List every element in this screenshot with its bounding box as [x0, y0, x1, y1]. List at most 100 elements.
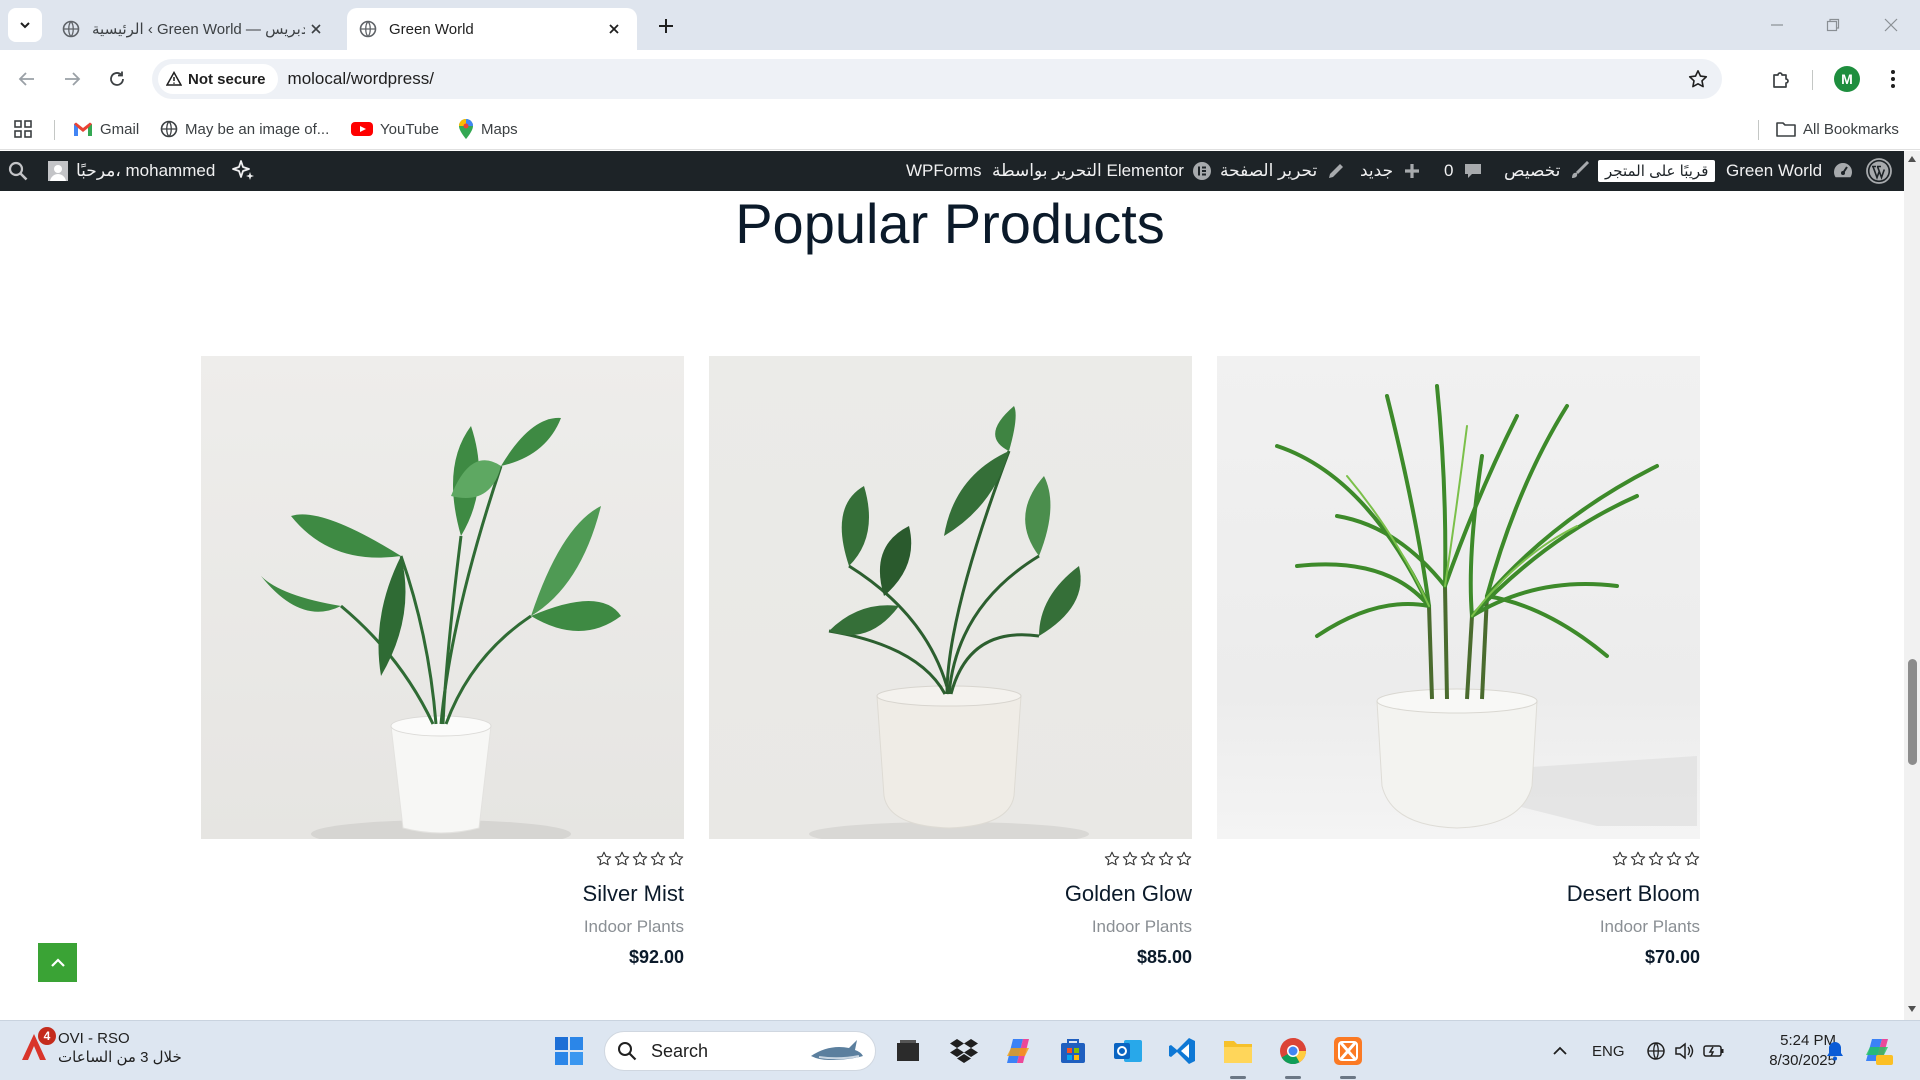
taskbar-search[interactable]: Search — [604, 1031, 876, 1071]
running-indicator — [1230, 1076, 1246, 1079]
notifications-button[interactable] — [1823, 1039, 1847, 1063]
close-icon[interactable] — [305, 18, 327, 40]
all-bookmarks-button[interactable]: All Bookmarks — [1776, 118, 1899, 140]
browser-toolbar: Not secure molocal/wordpress/ M — [0, 50, 1920, 108]
volume-button[interactable] — [1672, 1039, 1696, 1063]
taskbar-app-explorer[interactable] — [1220, 1033, 1256, 1069]
rating-stars — [709, 851, 1192, 871]
folder-icon — [1776, 122, 1796, 137]
star-icon — [1648, 851, 1664, 866]
admin-edit-page[interactable]: تحرير الصفحة — [1220, 151, 1345, 191]
dashboard-icon — [1834, 163, 1853, 178]
folder-icon — [1224, 1041, 1252, 1063]
network-button[interactable] — [1644, 1039, 1668, 1063]
taskbar-app-taskview[interactable] — [890, 1033, 926, 1069]
admin-wpforms[interactable]: WPForms — [906, 151, 982, 191]
taskbar-app-outlook[interactable] — [1110, 1033, 1146, 1069]
apps-button[interactable] — [14, 118, 39, 140]
new-tab-button[interactable] — [652, 12, 680, 40]
wordpress-logo-button[interactable] — [1866, 151, 1892, 191]
product-category[interactable]: Indoor Plants — [1217, 917, 1700, 937]
bookmark-youtube[interactable]: YouTube — [351, 118, 439, 140]
taskbar-app-store[interactable] — [1055, 1033, 1091, 1069]
copilot-pre-button[interactable] — [1860, 1033, 1896, 1069]
forward-button[interactable] — [57, 64, 87, 94]
bookmark-star-button[interactable] — [1686, 67, 1710, 91]
tab-search-button[interactable] — [8, 8, 42, 42]
product-image[interactable] — [709, 356, 1192, 839]
arrow-right-icon — [65, 72, 81, 86]
admin-comments[interactable]: 0 — [1444, 151, 1483, 191]
admin-search-button[interactable] — [8, 151, 28, 191]
address-bar[interactable]: Not secure molocal/wordpress/ — [152, 59, 1722, 99]
product-meta: Golden Glow Indoor Plants $85.00 — [709, 851, 1192, 968]
arrow-left-icon — [18, 72, 34, 86]
product-category[interactable]: Indoor Plants — [201, 917, 684, 937]
search-placeholder: Search — [651, 1040, 709, 1061]
wp-admin-bar: مرحبًا، mohammed WPForms التحرير بواسطة … — [0, 151, 1920, 191]
taskbar-app-xampp[interactable] — [1330, 1033, 1366, 1069]
product-name[interactable]: Desert Bloom — [1217, 881, 1700, 907]
product-card[interactable]: Desert Bloom Indoor Plants $70.00 — [1217, 356, 1700, 968]
bookmark-gmail[interactable]: Gmail — [73, 118, 139, 140]
product-image[interactable] — [1217, 356, 1700, 839]
bookmark-image[interactable]: May be an image of... — [160, 118, 329, 140]
tray-overflow-button[interactable] — [1548, 1039, 1572, 1063]
star-icon — [1140, 851, 1156, 866]
admin-user-menu[interactable]: مرحبًا، mohammed — [48, 151, 215, 191]
bell-icon — [1827, 1042, 1843, 1061]
star-icon — [614, 851, 630, 866]
battery-button[interactable] — [1702, 1039, 1726, 1063]
running-indicator — [1285, 1076, 1301, 1079]
start-button[interactable] — [552, 1034, 586, 1068]
minimize-button[interactable] — [1762, 10, 1792, 40]
edit-page-label: تحرير الصفحة — [1220, 161, 1318, 180]
windows-icon — [555, 1037, 583, 1065]
page-scrollbar[interactable] — [1904, 151, 1920, 1020]
admin-new[interactable]: جديد — [1360, 151, 1421, 191]
taskbar-app-vscode[interactable] — [1164, 1033, 1200, 1069]
reload-button[interactable] — [102, 64, 132, 94]
admin-site-name[interactable]: Green World — [1726, 151, 1854, 191]
product-card[interactable]: Silver Mist Indoor Plants $92.00 — [201, 356, 684, 968]
taskbar-app-dropbox[interactable] — [946, 1033, 982, 1069]
bookmarks-bar: Gmail May be an image of... YouTube Maps… — [0, 108, 1920, 150]
star-icon — [668, 851, 684, 866]
bookmark-maps[interactable]: Maps — [458, 118, 518, 140]
scroll-to-top-button[interactable] — [38, 943, 77, 982]
globe-icon — [62, 20, 80, 38]
admin-visit-store[interactable]: قريبًا على المتجر — [1598, 151, 1716, 191]
chevron-up-icon — [1553, 1046, 1567, 1055]
restore-button[interactable] — [1818, 10, 1848, 40]
ai-sparkle-button[interactable] — [230, 151, 256, 191]
profile-button[interactable]: M — [1830, 62, 1864, 96]
product-card[interactable]: Golden Glow Indoor Plants $85.00 — [709, 356, 1192, 968]
admin-greeting: مرحبًا، mohammed — [76, 161, 216, 180]
admin-edit-elementor[interactable]: التحرير بواسطة Elementor — [992, 151, 1212, 191]
search-icon — [618, 1042, 637, 1061]
wpforms-label: WPForms — [906, 161, 982, 180]
close-icon[interactable] — [603, 18, 625, 40]
taskbar-app-chrome[interactable] — [1275, 1033, 1311, 1069]
close-window-button[interactable] — [1876, 10, 1906, 40]
pencil-icon — [1329, 164, 1344, 178]
security-chip[interactable]: Not secure — [158, 64, 278, 94]
product-category[interactable]: Indoor Plants — [709, 917, 1192, 937]
taskbar-notification[interactable]: 4 OVI - RSO خلال 3 من الساعات — [18, 1027, 182, 1067]
product-name[interactable]: Silver Mist — [201, 881, 684, 907]
back-button[interactable] — [12, 64, 42, 94]
admin-customize[interactable]: تخصيص — [1504, 151, 1590, 191]
extensions-button[interactable] — [1764, 62, 1798, 96]
product-price: $85.00 — [1136, 947, 1192, 967]
scrollbar-thumb[interactable] — [1908, 659, 1917, 765]
avatar: M — [1834, 66, 1860, 92]
taskbar-app-copilot[interactable] — [1000, 1033, 1036, 1069]
input-language[interactable]: ENG — [1592, 1041, 1625, 1061]
menu-button[interactable] — [1876, 62, 1910, 96]
tab-admin[interactable]: الرئيسية ‹ Green World — ووردبريس — [52, 8, 337, 50]
product-name[interactable]: Golden Glow — [709, 881, 1192, 907]
url-text: molocal/wordpress/ — [287, 69, 434, 88]
tab-green-world[interactable]: Green World — [347, 8, 637, 50]
youtube-icon — [351, 122, 373, 136]
product-image[interactable] — [201, 356, 684, 839]
